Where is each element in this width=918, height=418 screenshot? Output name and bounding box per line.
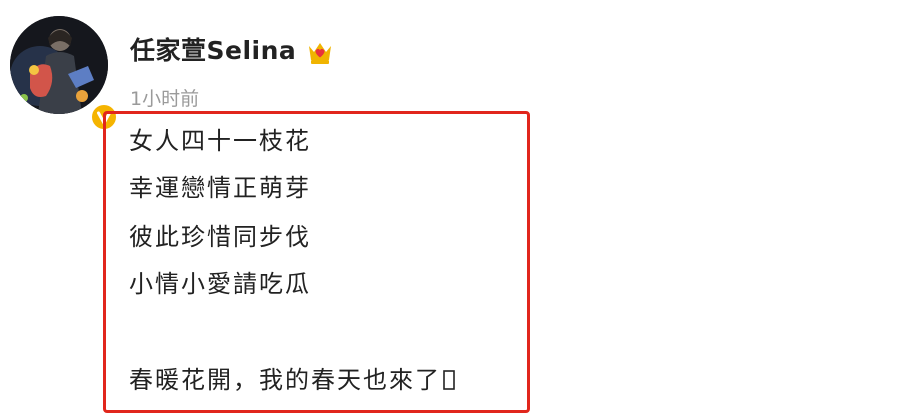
post-line-5: 春暖花開，我的春天也來了 <box>129 364 455 396</box>
post-timestamp: 1小时前 <box>130 88 200 110</box>
post-line-5-text: 春暖花開，我的春天也來了 <box>129 366 441 394</box>
post-line-3: 彼此珍惜同步伐 <box>129 223 311 251</box>
post-line-1: 女人四十一枝花 <box>129 127 311 155</box>
post-line-2: 幸運戀情正萌芽 <box>129 174 311 202</box>
weibo-post: 任家萱Selina 1小时前 女人四十一枝花 幸運戀情正萌芽 彼此珍惜同步伐 小… <box>0 0 918 418</box>
box-placeholder-icon <box>443 370 455 390</box>
vip-crown-heart-icon[interactable] <box>305 37 335 67</box>
post-line-4: 小情小愛請吃瓜 <box>129 270 311 298</box>
avatar[interactable] <box>10 16 118 131</box>
username[interactable]: 任家萱Selina <box>130 34 296 68</box>
avatar-image <box>10 16 108 114</box>
